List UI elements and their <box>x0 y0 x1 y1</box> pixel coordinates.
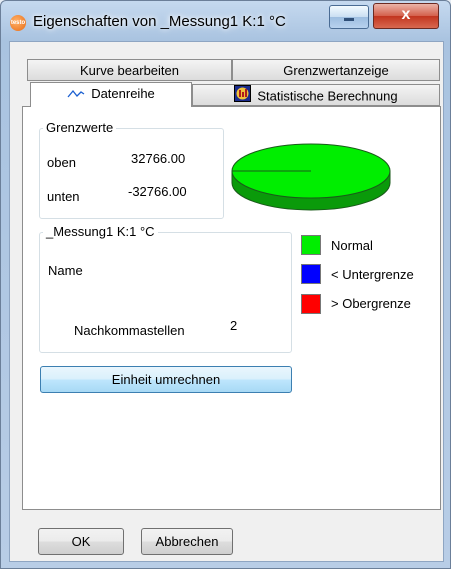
tab-datenreihe[interactable]: Datenreihe <box>30 82 192 107</box>
title-bar[interactable]: testo Eigenschaften von _Messung1 K:1 °C… <box>1 1 450 41</box>
cancel-button[interactable]: Abbrechen <box>141 528 233 555</box>
tab-label: Datenreihe <box>91 86 155 101</box>
legend-label-obergrenze: > Obergrenze <box>331 296 411 311</box>
dialog-client-area: Kurve bearbeiten Grenzwertanzeige Datenr… <box>9 41 444 562</box>
limits-group: Grenzwerte oben 32766.00 unten -32766.00 <box>39 120 224 219</box>
decimals-label: Nachkommastellen <box>74 323 185 338</box>
tab-label: Grenzwertanzeige <box>283 63 389 78</box>
decimals-value: 2 <box>230 318 238 333</box>
legend-swatch-normal <box>301 235 321 255</box>
series-name-label: Name <box>48 263 83 278</box>
tab-label: Statistische Berechnung <box>257 88 398 104</box>
ok-button[interactable]: OK <box>38 528 124 555</box>
lower-limit-label: unten <box>47 189 80 204</box>
tab-statistische-berechnung[interactable]: Statistische Berechnung <box>192 84 440 106</box>
datenreihe-panel: Grenzwerte oben 32766.00 unten -32766.00… <box>22 106 441 510</box>
legend-label-normal: Normal <box>331 238 373 253</box>
minimize-button[interactable] <box>329 5 369 29</box>
upper-limit-value: 32766.00 <box>131 151 186 166</box>
properties-dialog: testo Eigenschaften von _Messung1 K:1 °C… <box>0 0 451 569</box>
testo-app-icon: testo <box>10 15 26 31</box>
series-group: _Messung1 K:1 °C Name Nachkommastellen 2 <box>39 224 292 353</box>
window-title: Eigenschaften von _Messung1 K:1 °C <box>33 13 286 30</box>
tab-label: Kurve bearbeiten <box>79 63 179 78</box>
tab-grenzwertanzeige[interactable]: Grenzwertanzeige <box>232 59 440 81</box>
close-button[interactable]: x <box>373 3 439 29</box>
series-group-title: _Messung1 K:1 °C <box>43 224 158 239</box>
lower-limit-value: -32766.00 <box>128 184 187 199</box>
convert-unit-button[interactable]: Einheit umrechnen <box>40 366 292 393</box>
legend-swatch-untergrenze <box>301 264 321 284</box>
legend-swatch-obergrenze <box>301 294 321 314</box>
limit-distribution-pie-chart <box>231 143 391 211</box>
tab-kurve-bearbeiten[interactable]: Kurve bearbeiten <box>27 59 232 81</box>
limits-group-title: Grenzwerte <box>43 120 117 135</box>
line-chart-icon <box>67 84 85 106</box>
upper-limit-label: oben <box>47 155 76 170</box>
legend-label-untergrenze: < Untergrenze <box>331 267 414 282</box>
